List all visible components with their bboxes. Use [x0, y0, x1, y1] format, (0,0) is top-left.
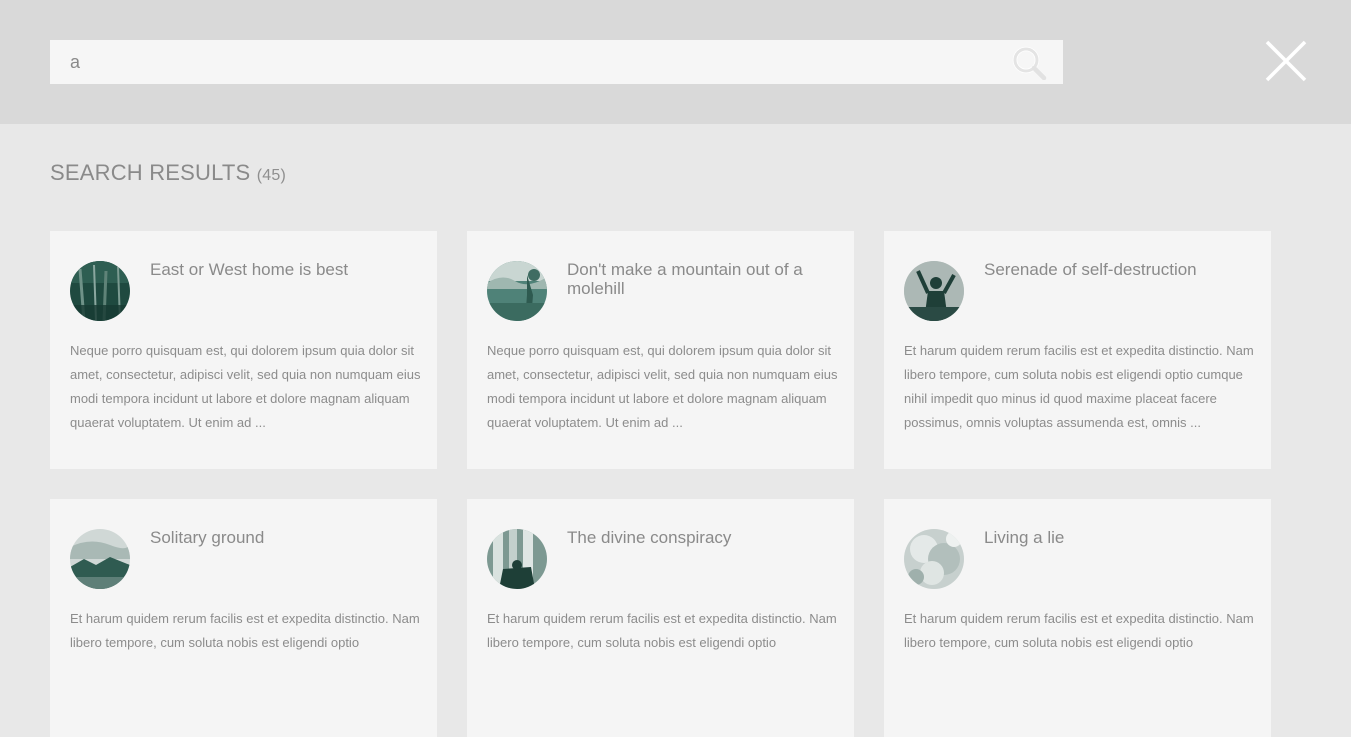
result-excerpt: Et harum quidem rerum facilis est et exp…: [904, 343, 1254, 430]
result-card[interactable]: The divine conspiracy Et harum quidem re…: [467, 499, 854, 737]
results-count: (45): [256, 167, 287, 184]
result-thumbnail: [487, 261, 547, 321]
result-title[interactable]: East or West home is best: [150, 260, 420, 279]
result-thumbnail: [904, 529, 964, 589]
result-thumbnail: [904, 261, 964, 321]
result-card[interactable]: Serenade of self-destruction Et harum qu…: [884, 231, 1271, 469]
result-excerpt: Neque porro quisquam est, qui dolorem ip…: [70, 343, 421, 430]
search-header: [0, 0, 1351, 124]
result-excerpt: Et harum quidem rerum facilis est et exp…: [70, 611, 420, 650]
result-thumbnail: [70, 529, 130, 589]
result-excerpt: Et harum quidem rerum facilis est et exp…: [904, 611, 1254, 650]
result-title[interactable]: Serenade of self-destruction: [984, 260, 1254, 279]
result-excerpt: Neque porro quisquam est, qui dolorem ip…: [487, 343, 838, 430]
close-icon[interactable]: [1264, 40, 1308, 82]
result-thumbnail: [70, 261, 130, 321]
results-heading: SEARCH RESULTS (45): [50, 160, 286, 186]
result-title[interactable]: The divine conspiracy: [567, 528, 837, 547]
result-excerpt: Et harum quidem rerum facilis est et exp…: [487, 611, 837, 650]
result-card[interactable]: Don't make a mountain out of a molehill …: [467, 231, 854, 469]
search-box: [50, 40, 1063, 84]
search-icon[interactable]: [1011, 46, 1049, 81]
result-title[interactable]: Solitary ground: [150, 528, 420, 547]
result-title[interactable]: Living a lie: [984, 528, 1254, 547]
result-card[interactable]: East or West home is best Neque porro qu…: [50, 231, 437, 469]
search-input[interactable]: [50, 40, 990, 84]
result-thumbnail: [487, 529, 547, 589]
result-title[interactable]: Don't make a mountain out of a molehill: [567, 260, 837, 298]
result-card[interactable]: Solitary ground Et harum quidem rerum fa…: [50, 499, 437, 737]
result-card[interactable]: Living a lie Et harum quidem rerum facil…: [884, 499, 1271, 737]
results-heading-label: SEARCH RESULTS: [50, 160, 251, 185]
